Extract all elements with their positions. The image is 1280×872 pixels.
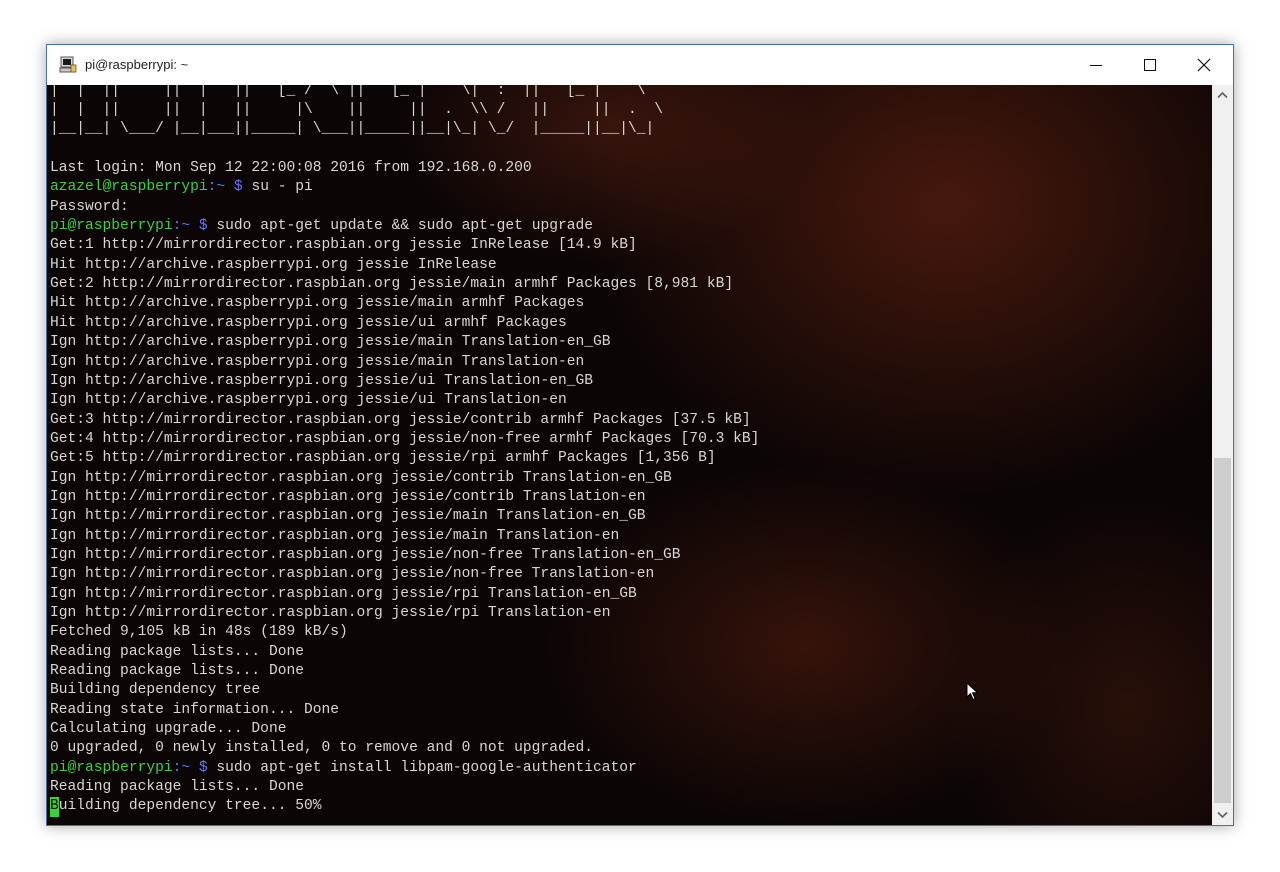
output-line: Get:5 http://mirrordirector.raspbian.org…: [50, 450, 716, 467]
output-line: Ign http://mirrordirector.raspbian.org j…: [50, 488, 646, 505]
scrollbar-thumb[interactable]: [1214, 458, 1231, 803]
terminal-output[interactable]: | | || || | || [_ / \ || [_ | \| : || [_…: [47, 85, 1212, 825]
maximize-button[interactable]: [1123, 45, 1177, 85]
output-line: Ign http://archive.raspberrypi.org jessi…: [50, 392, 567, 409]
current-line: Building dependency tree... 50%: [50, 797, 759, 817]
output-line: Ign http://mirrordirector.raspbian.org j…: [50, 469, 672, 486]
mouse-pointer-icon: [966, 682, 979, 701]
putty-terminal-icon[interactable]: [59, 56, 77, 74]
ascii-banner-line: | | || || | || [_ / \ || [_ | \| : || [_…: [50, 85, 646, 99]
output-line: Last login: Mon Sep 12 22:00:08 2016 fro…: [50, 160, 532, 177]
scroll-up-arrow-icon: [1217, 91, 1228, 99]
minimize-icon: [1090, 65, 1102, 66]
scroll-up-button[interactable]: [1212, 85, 1233, 105]
output-line: Reading state information... Done: [50, 701, 340, 718]
output-line: Ign http://archive.raspberrypi.org jessi…: [50, 334, 611, 351]
close-icon: [1197, 58, 1211, 72]
text-cursor: B: [50, 797, 59, 817]
prompt-user: pi@raspberrypi: [50, 218, 173, 235]
progress-text: uilding dependency tree... 50%: [58, 798, 322, 815]
prompt-dir: ~ $: [181, 759, 208, 776]
output-line: Ign http://archive.raspberrypi.org jessi…: [50, 353, 585, 370]
output-line: Building dependency tree: [50, 682, 261, 699]
ascii-banner-line: | | || || | || |\ || || . \\ / || || . \: [50, 102, 664, 119]
output-line: Ign http://mirrordirector.raspbian.org j…: [50, 508, 646, 525]
output-line: Get:3 http://mirrordirector.raspbian.org…: [50, 411, 751, 428]
prompt-dir: ~ $: [216, 179, 243, 196]
output-line: Ign http://mirrordirector.raspbian.org j…: [50, 604, 611, 621]
output-line: Password:: [50, 198, 129, 215]
window-title: pi@raspberrypi: ~: [85, 57, 189, 72]
scroll-down-button[interactable]: [1212, 805, 1233, 825]
output-line: Ign http://mirrordirector.raspbian.org j…: [50, 585, 637, 602]
output-line: Reading package lists... Done: [50, 779, 304, 796]
prompt-line: pi@raspberrypi:~ $ sudo apt-get install …: [50, 759, 759, 778]
output-line: Get:2 http://mirrordirector.raspbian.org…: [50, 276, 734, 293]
output-line: Ign http://mirrordirector.raspbian.org j…: [50, 546, 681, 563]
prompt-dir: ~ $: [181, 218, 208, 235]
output-line: Ign http://archive.raspberrypi.org jessi…: [50, 372, 593, 389]
close-button[interactable]: [1177, 45, 1231, 85]
output-line: Ign http://mirrordirector.raspbian.org j…: [50, 527, 620, 544]
terminal-window: pi@raspberrypi: ~ | | || || | || [_ / \ …: [46, 44, 1234, 826]
output-line: Calculating upgrade... Done: [50, 721, 287, 738]
prompt-command: sudo apt-get update && sudo apt-get upgr…: [207, 218, 593, 235]
ascii-banner-line: |__|__| \___/ |__|___||_____| \___||____…: [50, 121, 655, 138]
output-line: Hit http://archive.raspberrypi.org jessi…: [50, 256, 497, 273]
scroll-down-arrow-icon: [1217, 811, 1228, 819]
terminal-text: | | || || | || [_ / \ || [_ | \| : || [_…: [50, 85, 759, 817]
minimize-button[interactable]: [1069, 45, 1123, 85]
prompt-command: sudo apt-get install libpam-google-authe…: [207, 759, 637, 776]
output-line: Hit http://archive.raspberrypi.org jessi…: [50, 295, 585, 312]
output-line: Reading package lists... Done: [50, 663, 304, 680]
output-line: Fetched 9,105 kB in 48s (189 kB/s): [50, 624, 348, 641]
title-bar[interactable]: pi@raspberrypi: ~: [47, 45, 1233, 85]
vertical-scrollbar[interactable]: [1212, 85, 1233, 825]
prompt-line: azazel@raspberrypi:~ $ su - pi: [50, 178, 759, 197]
maximize-icon: [1144, 59, 1156, 71]
output-line: Get:4 http://mirrordirector.raspbian.org…: [50, 430, 760, 447]
output-line: Get:1 http://mirrordirector.raspbian.org…: [50, 237, 637, 254]
output-line: Ign http://mirrordirector.raspbian.org j…: [50, 566, 655, 583]
output-line: 0 upgraded, 0 newly installed, 0 to remo…: [50, 740, 593, 757]
prompt-user: pi@raspberrypi: [50, 759, 173, 776]
prompt-command: su - pi: [242, 179, 313, 196]
output-line: Hit http://archive.raspberrypi.org jessi…: [50, 314, 567, 331]
output-line: Reading package lists... Done: [50, 643, 304, 660]
prompt-user: azazel@raspberrypi: [50, 179, 208, 196]
prompt-line: pi@raspberrypi:~ $ sudo apt-get update &…: [50, 217, 759, 236]
